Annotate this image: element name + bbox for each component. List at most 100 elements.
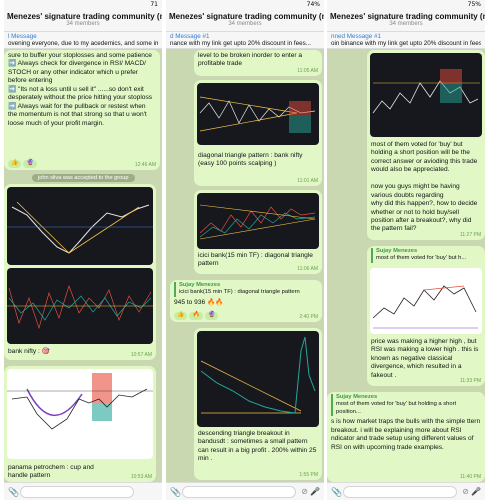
- paperclip-icon[interactable]: 📎: [8, 487, 19, 498]
- chat-header[interactable]: Menezes' signature trading community (ma…: [166, 10, 324, 32]
- microphone-icon[interactable]: 🎤: [471, 487, 481, 496]
- message-text: 945 to 936 🔥🔥: [174, 298, 224, 306]
- quote-text: most of them voted for 'buy' but holding…: [336, 401, 457, 415]
- reply-quote[interactable]: Sujay Menezes icici bank(15 min TF) : di…: [174, 282, 318, 297]
- message-bubble[interactable]: panama petrochem : cup and handle patter…: [4, 366, 156, 482]
- member-count: 34 members: [228, 21, 262, 27]
- message-bubble[interactable]: icici bank(15 min TF) : diagonal triangl…: [194, 190, 322, 274]
- message-input-bar: 📎 ⊘ 🎤: [327, 482, 485, 500]
- pinned-message-bar[interactable]: d Message #1 nance with my link get upto…: [166, 32, 324, 49]
- pinned-text: oin binance with my link get upto 20% di…: [331, 40, 481, 47]
- message-input[interactable]: [182, 486, 296, 498]
- message-time: 11:40 PM: [459, 473, 481, 480]
- quote-author: Sujay Menezes: [376, 248, 418, 254]
- chart-graphic: [372, 69, 480, 114]
- chart-image[interactable]: [7, 187, 153, 265]
- chart-image[interactable]: [197, 83, 319, 145]
- member-count: 34 members: [389, 21, 423, 27]
- battery-level: 74%: [306, 1, 320, 8]
- reaction-crystal[interactable]: 🔮: [204, 312, 219, 320]
- status-bar: 75%: [327, 0, 485, 10]
- paperclip-icon[interactable]: 📎: [331, 487, 342, 498]
- member-count: 34 members: [66, 21, 100, 27]
- pinned-message-bar[interactable]: nned Message #1 oin binance with my link…: [327, 32, 485, 49]
- message-time: 12:46 AM: [134, 161, 156, 168]
- sticker-icon[interactable]: ⊘: [301, 487, 308, 496]
- quote-author: Sujay Menezes: [336, 394, 378, 400]
- screenshot-collage: 71 Menezes' signature trading community …: [0, 0, 500, 500]
- chart-image[interactable]: [7, 369, 153, 459]
- chart-image[interactable]: [7, 268, 153, 344]
- message-list[interactable]: sure to buffer your stoplosses and some …: [4, 50, 162, 482]
- chart-image[interactable]: [370, 268, 482, 334]
- pinned-text: nance with my link get upto 20% discount…: [170, 40, 312, 47]
- sticker-icon[interactable]: ⊘: [462, 487, 469, 496]
- reply-quote[interactable]: Sujay Menezes most of them voted for 'bu…: [331, 394, 481, 417]
- pinned-label: nned Message #1: [331, 33, 382, 40]
- chart-graphic: [199, 96, 316, 133]
- chart-graphic: [372, 285, 478, 329]
- message-bubble[interactable]: descending triangle breakout in bandusdt…: [194, 328, 322, 480]
- message-time: 1:55 PM: [299, 471, 318, 478]
- paperclip-icon[interactable]: 📎: [170, 487, 181, 498]
- chart-graphic: [7, 284, 153, 330]
- pinned-label: d Message #1: [170, 33, 210, 40]
- message-time: 11:06 AM: [297, 265, 318, 272]
- message-text: sure to buffer your stoplosses and some …: [8, 52, 153, 127]
- chart-graphic: [7, 373, 153, 430]
- reply-quote[interactable]: Sujay Menezes most of them voted for 'bu…: [371, 248, 481, 263]
- message-time: 11:33 PM: [459, 377, 481, 384]
- message-bubble[interactable]: sure to buffer your stoplosses and some …: [4, 50, 160, 170]
- system-notice: john silva was accepted to the group: [32, 174, 135, 182]
- chart-graphic: [7, 201, 153, 254]
- microphone-icon[interactable]: 🎤: [310, 487, 320, 496]
- chart-graphic: [200, 336, 316, 414]
- message-time: 10:53 AM: [130, 473, 152, 480]
- quote-text: icici bank(15 min TF) : diagonal triangl…: [179, 289, 300, 296]
- message-list[interactable]: level to be broken inorder to enter a pr…: [166, 50, 324, 482]
- message-bubble[interactable]: Sujay Menezes icici bank(15 min TF) : di…: [170, 280, 322, 322]
- message-bubble[interactable]: Sujay Menezes most of them voted for 'bu…: [367, 246, 485, 386]
- message-bubble[interactable]: Sujay Menezes most of them voted for 'bu…: [327, 392, 485, 482]
- message-time: 11:27 PM: [459, 231, 481, 238]
- status-bar: 71: [4, 0, 162, 10]
- message-bubble[interactable]: most of them voted for 'buy' but holding…: [367, 50, 485, 240]
- quote-author: Sujay Menezes: [179, 282, 221, 288]
- pinned-text: ovening everyone, due to my acedemics, a…: [8, 40, 158, 47]
- reaction-thumbs-up[interactable]: 👍: [174, 312, 188, 320]
- message-caption: diagonal triangle pattern : bank nifty (…: [198, 152, 303, 168]
- chat-title: Menezes' signature trading community (ma…: [330, 12, 485, 21]
- message-input[interactable]: [20, 486, 134, 498]
- message-caption: price was making a higher high , but RSI…: [371, 338, 479, 379]
- message-input-bar: 📎 ⊘ 🎤: [166, 482, 324, 500]
- pinned-message-bar[interactable]: l Message ovening everyone, due to my ac…: [4, 32, 162, 49]
- reaction-fire[interactable]: 🔥: [189, 312, 203, 320]
- chat-header[interactable]: Menezes' signature trading community (ma…: [4, 10, 162, 32]
- reaction-thumbs-up[interactable]: 👍: [8, 160, 22, 168]
- message-input[interactable]: [343, 486, 457, 498]
- message-caption: descending triangle breakout in bandusdt…: [198, 430, 317, 463]
- chart-graphic: [199, 204, 316, 240]
- chart-image[interactable]: [197, 331, 319, 427]
- reactions: 👍 🔮: [8, 159, 39, 168]
- chat-title: Menezes' signature trading community (ma…: [169, 12, 324, 21]
- chat-panel-3: 75% Menezes' signature trading community…: [327, 0, 485, 500]
- message-input-bar: 📎: [4, 482, 162, 500]
- chat-panel-2: 74% Menezes' signature trading community…: [166, 0, 324, 500]
- message-time: 11:01 AM: [297, 177, 318, 184]
- chat-title: Menezes' signature trading community (ma…: [7, 12, 162, 21]
- message-list[interactable]: most of them voted for 'buy' but holding…: [327, 50, 485, 482]
- reaction-crystal[interactable]: 🔮: [23, 160, 37, 168]
- message-caption: bank nifty : 🎯: [8, 348, 50, 355]
- chart-image[interactable]: [370, 53, 482, 137]
- message-bubble[interactable]: bank nifty : 🎯 10:57 AM: [4, 184, 156, 360]
- status-bar: 74%: [166, 0, 324, 10]
- message-bubble[interactable]: diagonal triangle pattern : bank nifty (…: [194, 80, 322, 186]
- battery-level: 71: [150, 1, 158, 8]
- reactions: 👍 🔥 🔮: [174, 311, 220, 320]
- chart-image[interactable]: [197, 193, 319, 249]
- message-caption: panama petrochem : cup and handle patter…: [8, 464, 94, 480]
- quote-text: most of them voted for 'buy' but h...: [376, 255, 467, 262]
- chat-header[interactable]: Menezes' signature trading community (ma…: [327, 10, 485, 32]
- message-bubble[interactable]: level to be broken inorder to enter a pr…: [194, 50, 322, 76]
